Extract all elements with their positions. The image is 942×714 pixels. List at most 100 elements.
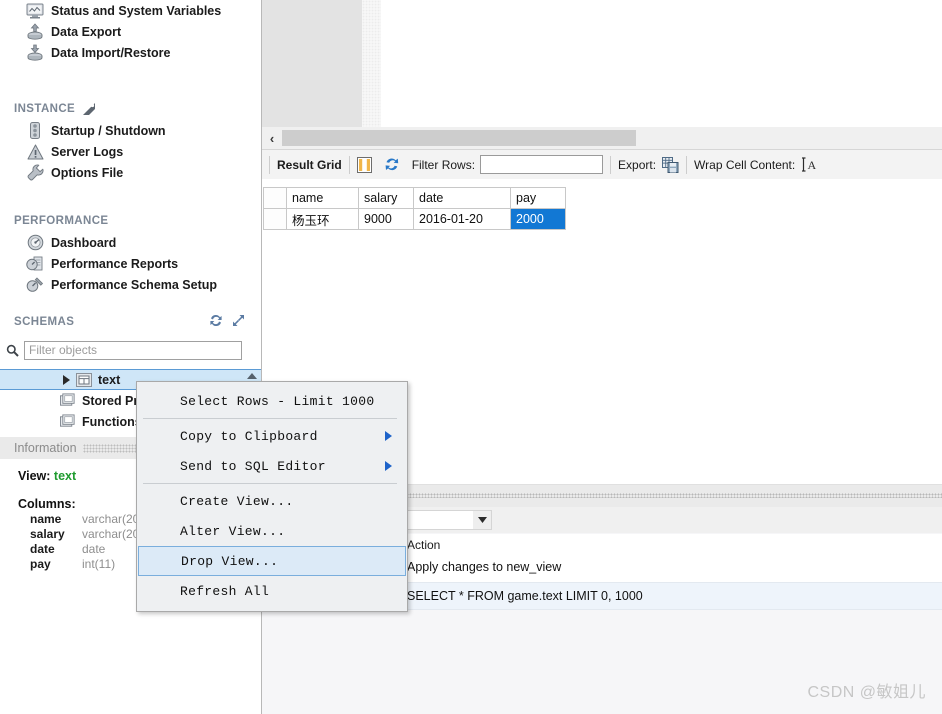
performance-section-header: PERFORMANCE xyxy=(0,210,261,232)
folder-stack-icon xyxy=(60,393,76,408)
cell-pay[interactable]: 2000 xyxy=(510,208,566,230)
cell-name[interactable]: 杨玉环 xyxy=(286,208,359,230)
column-header-pay[interactable]: pay xyxy=(510,187,566,209)
menu-item-select-rows[interactable]: Select Rows - Limit 1000 xyxy=(137,386,407,416)
gauge-icon xyxy=(26,234,44,252)
sidebar-item-status-and-system-variables[interactable]: Status and System Variables xyxy=(0,0,261,21)
filter-objects-input[interactable] xyxy=(24,340,242,360)
filter-rows-input[interactable] xyxy=(480,155,604,174)
refresh-blue-arrows-icon[interactable] xyxy=(384,157,400,172)
sidebar-item-label: Startup / Shutdown xyxy=(51,123,166,138)
csdn-watermark: CSDN @敏姐儿 xyxy=(807,684,926,701)
refresh-arrows-icon[interactable] xyxy=(209,314,223,330)
editor-placeholder-panel xyxy=(262,0,362,127)
menu-item-send-to-sql-editor[interactable]: Send to SQL Editor xyxy=(137,451,407,481)
folder-stack-icon xyxy=(60,414,76,429)
log-row-action: SELECT * FROM game.text LIMIT 0, 1000 xyxy=(407,589,643,603)
information-label: Information xyxy=(14,441,77,455)
export-save-icon[interactable] xyxy=(662,156,679,173)
menu-item-label: Create View... xyxy=(180,493,294,509)
sidebar-item-label: Performance Reports xyxy=(51,256,179,271)
menu-item-label: Copy to Clipboard xyxy=(180,428,318,444)
result-tabs-strip: ‹ xyxy=(262,127,942,150)
cell-date[interactable]: 2016-01-20 xyxy=(413,208,511,230)
sidebar-item-label: Status and System Variables xyxy=(51,3,222,18)
menu-item-copy-to-clipboard[interactable]: Copy to Clipboard xyxy=(137,421,407,451)
column-type: varchar(20) xyxy=(82,512,144,526)
wrench-badge-icon xyxy=(82,102,96,116)
menu-item-create-view[interactable]: Create View... xyxy=(137,486,407,516)
menu-item-drop-view[interactable]: Drop View... xyxy=(138,546,406,576)
toolbar-divider xyxy=(686,155,688,174)
column-name: name xyxy=(30,512,62,526)
column-type: int(11) xyxy=(82,557,116,571)
sidebar-item-label: Performance Schema Setup xyxy=(51,277,218,292)
wrench-icon xyxy=(26,164,44,182)
menu-item-label: Send to SQL Editor xyxy=(180,458,326,474)
result-grid-label: Result Grid xyxy=(277,157,342,172)
warning-triangle-icon xyxy=(26,143,44,161)
sidebar-item-data-export[interactable]: Data Export xyxy=(0,21,261,42)
toolbar-divider xyxy=(269,155,270,174)
toolbar-divider xyxy=(610,155,612,174)
sidebar-item-performance-schema-setup[interactable]: Performance Schema Setup xyxy=(0,274,261,295)
column-type: varchar(20) xyxy=(82,527,144,541)
table-row[interactable]: 杨玉环 9000 2016-01-20 2000 xyxy=(263,208,566,230)
sidebar-item-dashboard[interactable]: Dashboard xyxy=(0,232,261,253)
wrap-text-icon[interactable]: A xyxy=(802,157,817,172)
row-header-corner xyxy=(263,187,287,209)
chevron-down-icon[interactable] xyxy=(473,511,491,529)
management-section: Status and System Variables Data Export xyxy=(0,0,261,63)
import-download-icon xyxy=(26,44,44,62)
view-name: text xyxy=(53,469,77,483)
expand-arrow-icon[interactable] xyxy=(60,374,72,386)
menu-item-label: Alter View... xyxy=(180,523,286,539)
sidebar-item-label: Data Import/Restore xyxy=(51,45,171,60)
action-output-type-select[interactable] xyxy=(406,510,492,530)
traffic-light-icon xyxy=(26,122,44,140)
sidebar-item-label: Server Logs xyxy=(51,144,124,159)
column-name: pay xyxy=(30,557,51,571)
tab-strip-fill xyxy=(282,130,636,146)
sidebar-item-label: Dashboard xyxy=(51,235,117,250)
view-context-menu: Select Rows - Limit 1000 Copy to Clipboa… xyxy=(136,381,408,612)
column-header-date[interactable]: date xyxy=(413,187,511,209)
column-header-name[interactable]: name xyxy=(286,187,359,209)
instance-section-label: INSTANCE xyxy=(14,103,76,115)
action-message-text: Apply changes to new_view xyxy=(407,560,562,574)
sidebar-item-options-file[interactable]: Options File xyxy=(0,162,261,183)
sidebar-item-data-import-restore[interactable]: Data Import/Restore xyxy=(0,42,261,63)
wrap-cell-content-label: Wrap Cell Content: xyxy=(694,157,796,172)
gauge-tools-icon xyxy=(26,276,44,294)
sidebar-item-performance-reports[interactable]: Performance Reports xyxy=(0,253,261,274)
column-type: date xyxy=(82,542,106,556)
grid-columns-icon[interactable] xyxy=(356,156,372,173)
export-label: Export: xyxy=(618,157,657,172)
sidebar-item-startup-shutdown[interactable]: Startup / Shutdown xyxy=(0,120,261,141)
cell-salary[interactable]: 9000 xyxy=(358,208,414,230)
column-name: salary xyxy=(30,527,65,541)
menu-item-alter-view[interactable]: Alter View... xyxy=(137,516,407,546)
submenu-arrow-icon xyxy=(385,461,392,471)
sidebar-item-label: Data Export xyxy=(51,24,122,39)
result-grid-toolbar: Result Grid Filter Rows: Export: Wrap Ce… xyxy=(262,150,942,179)
instance-section: INSTANCE Startup / Shutdown Server Logs … xyxy=(0,88,261,183)
menu-separator xyxy=(143,418,397,419)
column-name: date xyxy=(30,542,55,556)
submenu-arrow-icon xyxy=(385,431,392,441)
menu-item-refresh-all[interactable]: Refresh All xyxy=(137,576,407,606)
schemas-section-label: SCHEMAS xyxy=(14,316,75,328)
column-header-salary[interactable]: salary xyxy=(358,187,414,209)
menu-item-label: Refresh All xyxy=(180,583,270,599)
expand-diagonal-icon[interactable] xyxy=(232,314,245,330)
menu-item-label: Drop View... xyxy=(181,553,279,569)
view-icon xyxy=(76,372,92,387)
chevron-left-icon[interactable]: ‹ xyxy=(262,131,282,146)
sidebar-item-server-logs[interactable]: Server Logs xyxy=(0,141,261,162)
row-selector-cell[interactable] xyxy=(263,208,287,230)
report-gauge-icon xyxy=(26,255,44,273)
result-data-table: name salary date pay 杨玉环 9000 2016-01-20… xyxy=(263,187,566,230)
view-label: View: xyxy=(18,469,51,483)
